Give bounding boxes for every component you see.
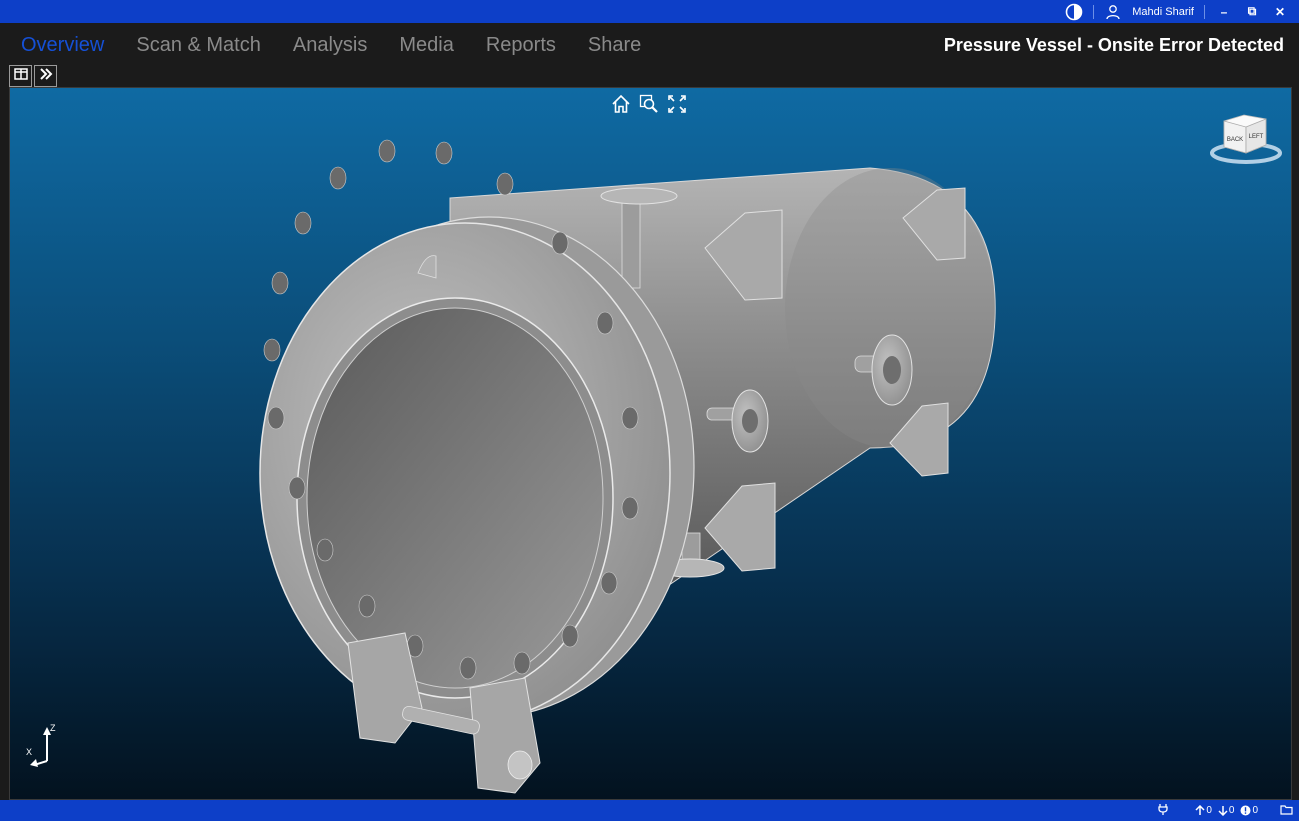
alert-count-value: 0 [1252,805,1258,816]
document-title: Pressure Vessel - Onsite Error Detected [943,35,1284,55]
tab-share[interactable]: Share [588,34,641,57]
tab-overview[interactable]: Overview [21,34,104,57]
upload-count-value: 0 [1206,805,1212,816]
tab-analysis[interactable]: Analysis [293,34,367,57]
double-chevron-right-icon [39,67,53,85]
right-edge [1292,87,1299,800]
contrast-icon[interactable] [1065,3,1083,21]
folder-icon[interactable] [1280,804,1293,818]
alert-count: 0 [1240,805,1258,816]
axis-x-label: X [26,747,32,757]
3d-viewport[interactable]: BACK LEFT Z X [9,87,1292,800]
status-indicators: 0 0 0 [1157,803,1293,818]
tab-strip: Overview Scan & Match Analysis Media Rep… [21,34,641,57]
title-bar-controls: Mahdi Sharif – ⧉ ✕ [1065,0,1289,23]
plug-icon [1157,803,1169,818]
panel-toggle-icon [13,67,28,85]
download-count-value: 0 [1228,805,1235,816]
restore-button[interactable]: ⧉ [1243,4,1261,19]
tab-reports[interactable]: Reports [486,34,556,57]
close-button[interactable]: ✕ [1271,5,1289,19]
tab-media[interactable]: Media [399,34,453,57]
expand-button[interactable] [34,65,57,87]
title-bar: Mahdi Sharif – ⧉ ✕ [0,0,1299,23]
minimize-button[interactable]: – [1215,5,1233,19]
arrow-up-icon [1195,805,1205,815]
status-bar: 0 0 0 [0,800,1299,821]
panel-toggle-button[interactable] [9,65,32,87]
user-name[interactable]: Mahdi Sharif [1132,6,1194,18]
pressure-vessel-model[interactable] [10,88,1292,800]
alert-icon [1240,805,1251,816]
axis-z-label: Z [50,723,56,733]
separator [1204,4,1205,19]
separator [1093,4,1095,19]
tab-scan-match[interactable]: Scan & Match [136,34,261,57]
arrow-down-icon [1218,806,1228,816]
download-count: 0 [1218,805,1235,816]
axis-triad: Z X [26,723,56,767]
upload-count: 0 [1195,805,1212,816]
nav-bar: Overview Scan & Match Analysis Media Rep… [0,23,1299,65]
tool-strip [9,65,57,87]
user-icon[interactable] [1104,3,1122,21]
